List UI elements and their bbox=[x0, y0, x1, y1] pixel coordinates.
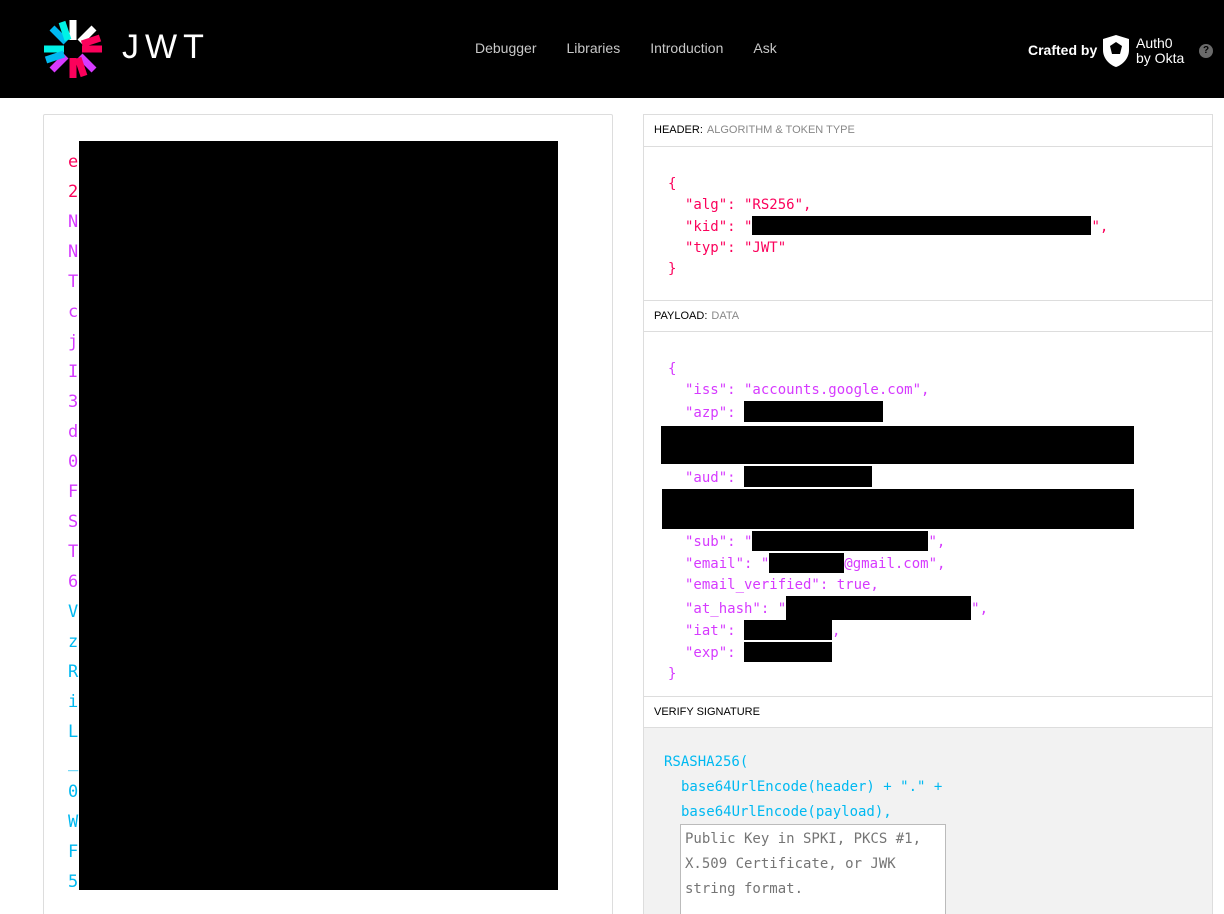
encoded-char: j bbox=[68, 332, 79, 352]
redacted-email bbox=[769, 553, 845, 573]
redacted-iat bbox=[744, 620, 833, 640]
payload-json-close: } bbox=[668, 666, 677, 682]
payload-sub-key: "sub": " bbox=[685, 534, 753, 550]
jwt-logo-icon[interactable] bbox=[42, 18, 104, 80]
nav-ask[interactable]: Ask bbox=[753, 40, 776, 56]
payload-email: "email": " @gmail.com", bbox=[668, 553, 1212, 575]
auth0-shield-icon[interactable] bbox=[1102, 34, 1130, 68]
payload-iat-key: "iat": bbox=[685, 623, 745, 639]
public-key-input[interactable] bbox=[680, 824, 946, 914]
redacted-aud bbox=[744, 466, 873, 487]
encoded-char: T bbox=[68, 272, 79, 292]
redacted-token-block bbox=[79, 141, 558, 890]
nav-introduction[interactable]: Introduction bbox=[650, 40, 723, 56]
auth0-line2: by Okta bbox=[1136, 50, 1185, 66]
main-nav: Debugger Libraries Introduction Ask bbox=[475, 40, 807, 56]
payload-sub-end: ", bbox=[928, 534, 946, 550]
payload-label: PAYLOAD: bbox=[654, 310, 708, 322]
payload-at-hash: "at_hash": " ", bbox=[668, 596, 1212, 620]
header-kid-end: ", bbox=[1091, 219, 1109, 235]
header-json-close: } bbox=[668, 261, 677, 277]
header-alg: "alg": "RS256", bbox=[685, 197, 812, 213]
encoded-char: 3 bbox=[68, 392, 79, 412]
payload-azp-key: "azp": bbox=[685, 405, 745, 421]
encoded-char: d bbox=[68, 422, 79, 442]
payload-exp: "exp": bbox=[668, 642, 1212, 664]
redacted-exp bbox=[744, 642, 833, 662]
encoded-char: F bbox=[68, 482, 79, 502]
encoded-char: T bbox=[68, 542, 79, 562]
redacted-azp-cont bbox=[661, 426, 1134, 464]
payload-iat: "iat": , bbox=[668, 620, 1212, 642]
redacted-aud-cont bbox=[662, 489, 1134, 529]
encoded-char: L bbox=[68, 722, 79, 742]
encoded-char: V bbox=[68, 602, 79, 622]
payload-at-hash-key: "at_hash": " bbox=[685, 601, 787, 617]
header-json-open: { bbox=[668, 176, 677, 192]
encoded-char: N bbox=[68, 242, 79, 262]
verify-line1: base64UrlEncode(header) + "." + bbox=[681, 779, 943, 795]
redacted-sub bbox=[752, 531, 929, 551]
header-typ: "typ": "JWT" bbox=[685, 240, 787, 256]
payload-aud-key: "aud": bbox=[685, 470, 745, 486]
payload-sublabel: DATA bbox=[711, 310, 740, 322]
payload-json-open: { bbox=[668, 361, 677, 377]
payload-email-verified: "email_verified": true, bbox=[685, 577, 879, 593]
encoded-char: _ bbox=[68, 752, 79, 772]
encoded-char: W bbox=[68, 812, 79, 832]
top-bar: JWT Debugger Libraries Introduction Ask … bbox=[0, 0, 1224, 98]
header-sublabel: ALGORITHM & TOKEN TYPE bbox=[706, 124, 855, 136]
header-label: HEADER: bbox=[654, 124, 703, 136]
payload-iss: "iss": "accounts.google.com", bbox=[685, 382, 930, 398]
encoded-char: i bbox=[68, 692, 79, 712]
payload-json-editor[interactable]: { "iss": "accounts.google.com", "azp": "… bbox=[644, 332, 1212, 696]
verify-line2: base64UrlEncode(payload), bbox=[681, 804, 892, 820]
encoded-char: c bbox=[68, 302, 79, 322]
auth0-line1: Auth0 bbox=[1136, 35, 1173, 51]
encoded-char: 0 bbox=[68, 452, 79, 472]
logo-text[interactable]: JWT bbox=[122, 28, 210, 67]
encoded-token-text[interactable]: e 2 N N Tc j I 3 d 0 F S T 6 Vz Ri L _ 0 W F 5 bbox=[68, 147, 78, 897]
crafted-by-label: Crafted by bbox=[1028, 42, 1098, 58]
payload-sub: "sub": " ", bbox=[668, 531, 1212, 553]
encoded-char: 6 bbox=[68, 572, 79, 592]
redacted-at-hash bbox=[786, 596, 972, 620]
encoded-char: 2 bbox=[68, 182, 79, 202]
verify-fn: RSASHA256( bbox=[664, 754, 749, 770]
encoded-char: 5 bbox=[68, 872, 79, 892]
help-icon[interactable]: ? bbox=[1199, 44, 1213, 58]
decoded-panel: HEADER: ALGORITHM & TOKEN TYPE { "alg": "… bbox=[643, 114, 1213, 914]
encoded-char: R bbox=[68, 662, 79, 682]
payload-email-end: @gmail.com", bbox=[844, 556, 946, 572]
encoded-char: e bbox=[68, 152, 79, 172]
header-kid: "kid": " ", bbox=[668, 216, 1212, 238]
payload-section-title: PAYLOAD: DATA bbox=[644, 300, 1212, 332]
header-kid-key: "kid": " bbox=[685, 219, 753, 235]
encoded-char: N bbox=[68, 212, 79, 232]
payload-email-key: "email": " bbox=[685, 556, 770, 572]
redacted-azp bbox=[744, 401, 884, 422]
verify-signature-section: RSASHA256( base64UrlEncode(header) + "."… bbox=[644, 728, 1212, 914]
header-json-editor[interactable]: { "alg": "RS256", "kid": " ", "typ": "JWT… bbox=[644, 147, 1212, 300]
verify-section-title: VERIFY SIGNATURE bbox=[644, 696, 1212, 728]
payload-exp-key: "exp": bbox=[685, 645, 745, 661]
payload-aud: "aud": bbox=[668, 466, 1212, 489]
header-section-title: HEADER: ALGORITHM & TOKEN TYPE bbox=[644, 115, 1212, 147]
payload-iat-end: , bbox=[832, 623, 841, 639]
auth0-logo-text[interactable]: Auth0 by Okta bbox=[1136, 36, 1184, 66]
encoded-char: S bbox=[68, 512, 79, 532]
redacted-kid bbox=[752, 216, 1092, 235]
nav-libraries[interactable]: Libraries bbox=[567, 40, 621, 56]
encoded-char: 0 bbox=[68, 782, 79, 802]
payload-at-hash-end: ", bbox=[971, 601, 989, 617]
nav-debugger[interactable]: Debugger bbox=[475, 40, 537, 56]
encoded-char: z bbox=[68, 632, 79, 652]
payload-azp: "azp": bbox=[668, 401, 1212, 424]
encoded-token-editor[interactable]: e 2 N N Tc j I 3 d 0 F S T 6 Vz Ri L _ 0 W F 5 bbox=[43, 114, 613, 914]
encoded-char: I bbox=[68, 362, 79, 382]
encoded-char: F bbox=[68, 842, 79, 862]
